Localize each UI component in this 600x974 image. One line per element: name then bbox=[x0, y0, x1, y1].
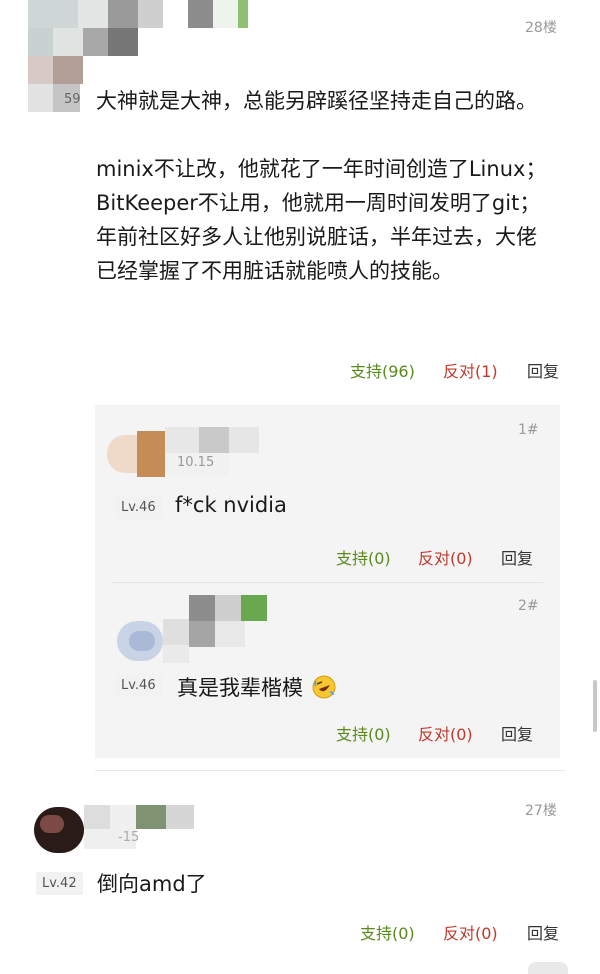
post-divider bbox=[95, 770, 565, 771]
reply-button[interactable]: 回复 bbox=[501, 721, 533, 745]
floor-number: 28楼 bbox=[525, 20, 557, 36]
comment-text: 倒向amd了 bbox=[97, 872, 207, 896]
support-button[interactable]: 支持(96) bbox=[350, 358, 415, 382]
reply-floor-number: 2# bbox=[518, 598, 539, 614]
blurred-avatar-username bbox=[117, 593, 277, 663]
reply-date: 10.15 bbox=[177, 455, 215, 470]
oppose-button[interactable]: 反对(0) bbox=[418, 545, 473, 569]
oppose-button[interactable]: 反对(0) bbox=[443, 920, 498, 944]
reply-button[interactable]: 回复 bbox=[501, 545, 533, 569]
scrollbar-thumb[interactable] bbox=[593, 680, 597, 732]
floor-number: 27楼 bbox=[525, 803, 557, 819]
rofl-emoji-icon bbox=[312, 675, 336, 699]
comment-actions: 支持(0) 反对(0) 回复 bbox=[0, 920, 600, 944]
reply-button[interactable]: 回复 bbox=[527, 920, 559, 944]
reply-text: f*ck nvidia bbox=[175, 493, 287, 517]
reply-actions: 支持(0) 反对(0) 回复 bbox=[95, 721, 560, 745]
reply-text: 真是我辈楷模 bbox=[177, 672, 336, 702]
comment-text: 大神就是大神，总能另辟蹊径坚持走自己的路。 minix不让改，他就花了一年时间创… bbox=[96, 89, 547, 283]
user-level-badge: 59 bbox=[64, 92, 81, 107]
reply-text-content: 真是我辈楷模 bbox=[177, 676, 303, 700]
user-level-badge: Lv.42 bbox=[36, 872, 83, 895]
user-level-badge: Lv.46 bbox=[115, 496, 162, 519]
comment-actions: 支持(96) 反对(1) 回复 bbox=[0, 358, 600, 382]
support-button[interactable]: 支持(0) bbox=[336, 545, 391, 569]
user-level-badge: Lv.46 bbox=[115, 674, 162, 697]
bottom-partial-element bbox=[528, 962, 568, 974]
reply-floor-number: 1# bbox=[518, 422, 539, 438]
blurred-avatar-username bbox=[34, 805, 194, 855]
support-button[interactable]: 支持(0) bbox=[336, 721, 391, 745]
comment-date: -15 bbox=[118, 830, 140, 845]
reply-divider bbox=[111, 582, 543, 583]
oppose-button[interactable]: 反对(0) bbox=[418, 721, 473, 745]
reply-actions: 支持(0) 反对(0) 回复 bbox=[95, 545, 560, 569]
oppose-button[interactable]: 反对(1) bbox=[443, 358, 498, 382]
reply-button[interactable]: 回复 bbox=[527, 358, 559, 382]
support-button[interactable]: 支持(0) bbox=[360, 920, 415, 944]
reply-thread: 10.15 1# Lv.46 f*ck nvidia 支持(0) 反对(0) 回… bbox=[95, 405, 560, 758]
